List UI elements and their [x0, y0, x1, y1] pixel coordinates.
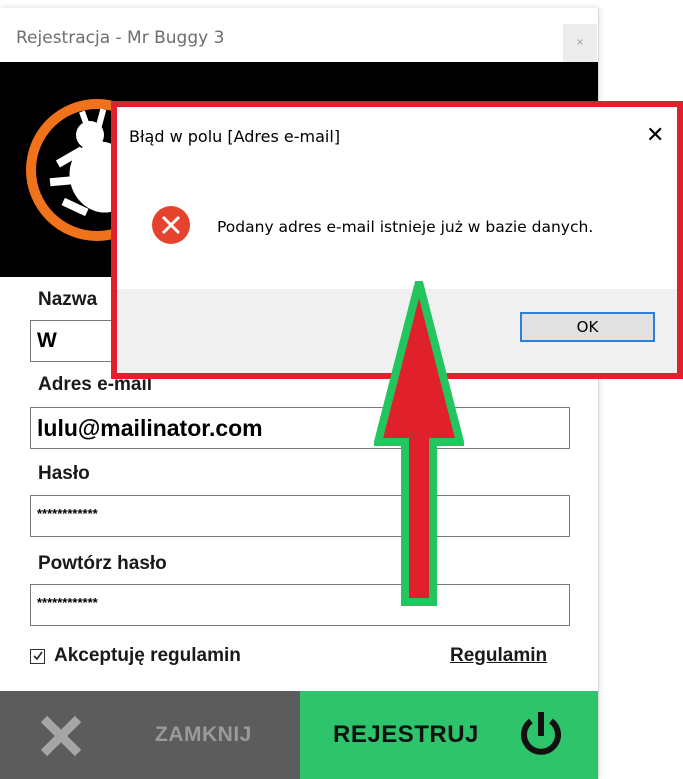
x-icon — [40, 715, 82, 757]
close-button-label: ZAMKNIJ — [155, 723, 252, 746]
checkmark-icon — [32, 651, 43, 661]
repeat-password-input[interactable]: ************ — [30, 584, 570, 626]
accept-terms-label: Akceptuję regulamin — [54, 645, 241, 666]
repeat-password-label: Powtórz hasło — [38, 553, 167, 574]
titlebar-close-button[interactable]: × — [563, 24, 597, 62]
error-circle-icon — [152, 206, 190, 244]
ok-button[interactable]: OK — [520, 312, 655, 342]
accept-terms-checkbox[interactable] — [30, 648, 45, 664]
close-button[interactable]: ZAMKNIJ — [0, 691, 300, 779]
dialog-title: Błąd w polu [Adres e-mail] — [129, 127, 341, 146]
titlebar: Rejestracja - Mr Buggy 3 × — [0, 8, 598, 62]
register-button[interactable]: REJESTRUJ — [300, 691, 598, 779]
email-input[interactable]: lulu@mailinator.com — [30, 407, 570, 449]
password-input[interactable]: ************ — [30, 495, 570, 537]
password-label: Hasło — [38, 463, 90, 484]
terms-link[interactable]: Regulamin — [450, 645, 547, 667]
footer: ZAMKNIJ REJESTRUJ — [0, 691, 598, 779]
up-arrow-icon — [374, 281, 464, 606]
power-icon — [521, 712, 561, 755]
window-title: Rejestracja - Mr Buggy 3 — [16, 28, 225, 48]
register-button-label: REJESTRUJ — [333, 721, 479, 748]
dialog-close-button[interactable]: ✕ — [646, 125, 664, 147]
name-label: Nazwa — [38, 289, 98, 310]
dialog-message: Podany adres e-mail istnieje już w bazie… — [217, 218, 594, 236]
accept-terms-row[interactable]: Akceptuję regulamin — [30, 645, 241, 667]
